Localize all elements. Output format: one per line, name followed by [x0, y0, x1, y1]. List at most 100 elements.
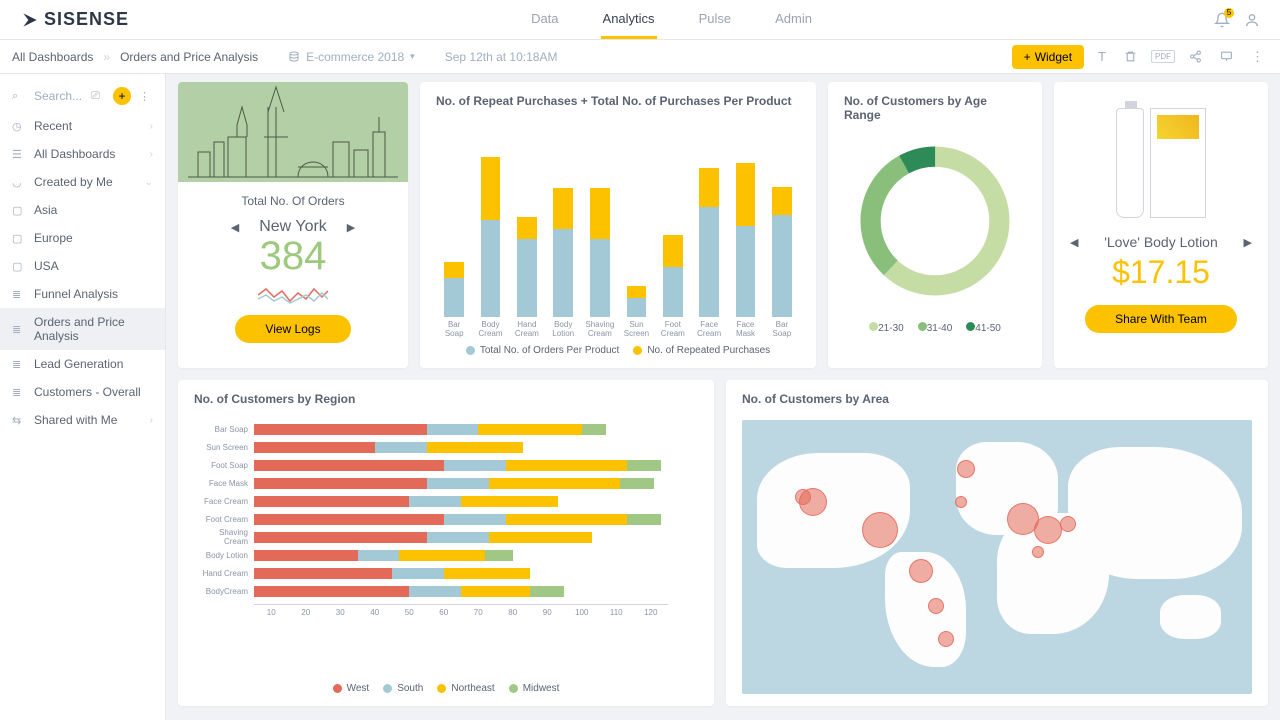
bar-segment[interactable]: [553, 188, 573, 229]
bar-segment[interactable]: [517, 239, 537, 317]
card-product: ◀ 'Love' Body Lotion ▶ $17.15 Share With…: [1054, 82, 1268, 368]
bar-segment[interactable]: [627, 286, 647, 299]
bar-segment[interactable]: [663, 267, 683, 317]
more-icon[interactable]: ⋮: [1247, 49, 1268, 65]
map-bubble[interactable]: [928, 598, 944, 614]
hbar-segment[interactable]: [620, 478, 654, 489]
delete-icon[interactable]: [1120, 50, 1141, 63]
hbar-segment[interactable]: [254, 442, 375, 453]
bar-segment[interactable]: [517, 217, 537, 239]
hbar-segment[interactable]: [444, 460, 506, 471]
sidebar-item-asia[interactable]: ▢Asia: [0, 196, 165, 224]
hbar-segment[interactable]: [444, 514, 506, 525]
present-icon[interactable]: [1216, 50, 1237, 63]
hbar-segment[interactable]: [399, 550, 485, 561]
bar-segment[interactable]: [736, 163, 756, 226]
bar-segment[interactable]: [699, 168, 719, 207]
hbar-segment[interactable]: [427, 478, 489, 489]
map-bubble[interactable]: [1032, 546, 1044, 558]
hbar-segment[interactable]: [489, 478, 620, 489]
nav-pulse[interactable]: Pulse: [697, 1, 734, 39]
bar-segment[interactable]: [444, 262, 464, 278]
search-row[interactable]: ⌕ Search... ⎚ + ⋮: [0, 80, 165, 112]
hbar-segment[interactable]: [409, 496, 461, 507]
hbar-segment[interactable]: [485, 550, 513, 561]
sidebar-more-icon[interactable]: ⋮: [139, 90, 153, 103]
sidebar-item-lead-generation[interactable]: ≣Lead Generation: [0, 350, 165, 378]
hbar-segment[interactable]: [427, 424, 479, 435]
sidebar-all-dashboards[interactable]: ☰All Dashboards›: [0, 140, 165, 168]
text-tool-icon[interactable]: T: [1094, 49, 1110, 64]
map-bubble[interactable]: [1034, 516, 1062, 544]
hbar-segment[interactable]: [254, 550, 358, 561]
hbar-segment[interactable]: [427, 532, 489, 543]
hbar-segment[interactable]: [427, 442, 524, 453]
hbar-segment[interactable]: [478, 424, 582, 435]
bar-segment[interactable]: [663, 235, 683, 266]
add-dashboard-button[interactable]: +: [113, 87, 131, 105]
product-next-arrow[interactable]: ▶: [1244, 236, 1252, 249]
view-logs-button[interactable]: View Logs: [235, 315, 350, 343]
hbar-segment[interactable]: [392, 568, 444, 579]
hbar-segment[interactable]: [506, 514, 627, 525]
sidebar-recent[interactable]: ◷Recent›: [0, 112, 165, 140]
sidebar-item-customers---overall[interactable]: ≣Customers - Overall: [0, 378, 165, 406]
hbar-segment[interactable]: [461, 586, 530, 597]
sidebar-shared-with-me[interactable]: ⇆Shared with Me›: [0, 406, 165, 434]
world-map[interactable]: [742, 420, 1252, 694]
bar-segment[interactable]: [772, 187, 792, 215]
hbar-segment[interactable]: [409, 586, 461, 597]
sidebar-item-europe[interactable]: ▢Europe: [0, 224, 165, 252]
hbar-segment[interactable]: [627, 514, 661, 525]
hbar-segment[interactable]: [254, 568, 392, 579]
sidebar-item-orders-and-price-analysis[interactable]: ≣Orders and Price Analysis: [0, 308, 165, 350]
hbar-segment[interactable]: [254, 496, 409, 507]
product-prev-arrow[interactable]: ◀: [1070, 236, 1078, 249]
bar-segment[interactable]: [590, 239, 610, 317]
bar-segment[interactable]: [553, 229, 573, 317]
hbar-segment[interactable]: [375, 442, 427, 453]
nav-data[interactable]: Data: [529, 1, 560, 39]
donut-segment[interactable]: [871, 157, 1000, 286]
sidebar-item-funnel-analysis[interactable]: ≣Funnel Analysis: [0, 280, 165, 308]
filter-icon[interactable]: ⎚: [91, 90, 105, 103]
datasource-selector[interactable]: E-commerce 2018 ▾: [288, 50, 415, 64]
hbar-segment[interactable]: [506, 460, 627, 471]
hbar-segment[interactable]: [254, 586, 409, 597]
bar-segment[interactable]: [627, 298, 647, 317]
city-next-arrow[interactable]: ▶: [347, 221, 355, 234]
map-bubble[interactable]: [909, 559, 933, 583]
breadcrumb-root[interactable]: All Dashboards: [12, 50, 93, 64]
bar-segment[interactable]: [481, 157, 501, 220]
user-icon[interactable]: [1244, 12, 1260, 28]
nav-analytics[interactable]: Analytics: [601, 1, 657, 39]
bar-segment[interactable]: [772, 215, 792, 317]
share-icon[interactable]: [1185, 50, 1206, 63]
hbar-segment[interactable]: [627, 460, 661, 471]
hbar-segment[interactable]: [461, 496, 558, 507]
bar-segment[interactable]: [444, 278, 464, 317]
hbar-segment[interactable]: [444, 568, 530, 579]
bar-segment[interactable]: [590, 188, 610, 238]
hbar-segment[interactable]: [254, 424, 427, 435]
hbar-segment[interactable]: [254, 478, 427, 489]
hbar-segment[interactable]: [582, 424, 606, 435]
hbar-segment[interactable]: [254, 532, 427, 543]
hbar-segment[interactable]: [358, 550, 399, 561]
hbar-segment[interactable]: [254, 514, 444, 525]
hbar-segment[interactable]: [489, 532, 593, 543]
hbar-segment[interactable]: [530, 586, 564, 597]
sidebar-created-by-me[interactable]: ◡Created by Me⌄: [0, 168, 165, 196]
pdf-icon[interactable]: PDF: [1151, 50, 1175, 63]
add-widget-button[interactable]: + Widget: [1012, 45, 1084, 69]
share-with-team-button[interactable]: Share With Team: [1085, 305, 1237, 333]
map-bubble[interactable]: [862, 512, 898, 548]
sidebar-item-usa[interactable]: ▢USA: [0, 252, 165, 280]
bar-segment[interactable]: [736, 226, 756, 317]
nav-admin[interactable]: Admin: [773, 1, 814, 39]
hbar-segment[interactable]: [254, 460, 444, 471]
city-prev-arrow[interactable]: ◀: [231, 221, 239, 234]
notification-icon[interactable]: 5: [1214, 12, 1230, 28]
bar-segment[interactable]: [481, 220, 501, 317]
bar-segment[interactable]: [699, 207, 719, 317]
